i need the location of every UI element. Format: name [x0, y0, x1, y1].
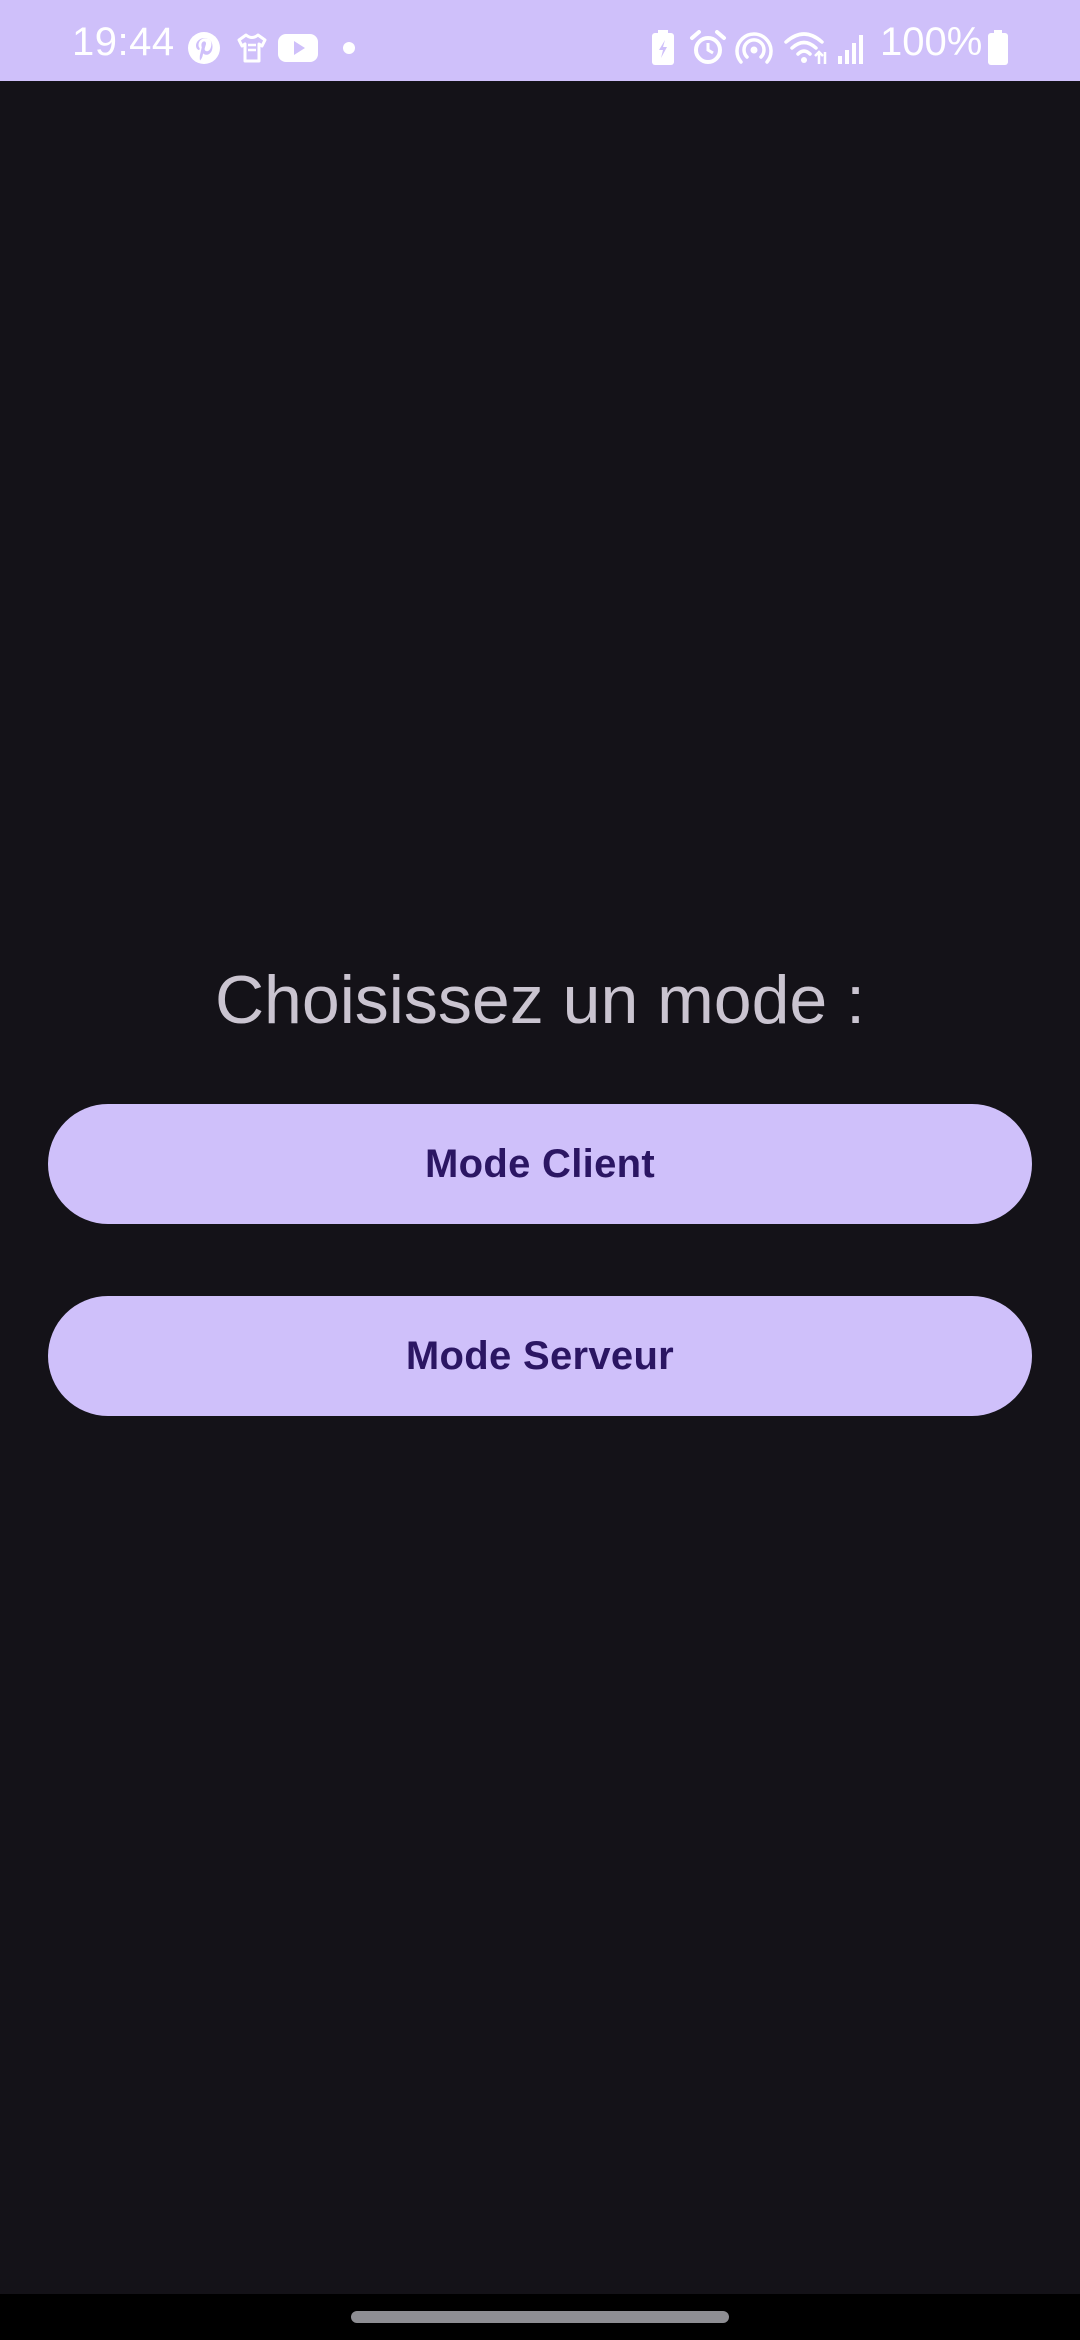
shirt-icon: [234, 30, 270, 66]
signal-icon: [834, 30, 868, 66]
client-mode-label: Mode Client: [425, 1141, 655, 1186]
battery-saver-icon: [646, 30, 680, 66]
status-bar: 19:44 100%: [0, 0, 1080, 81]
alarm-icon: [688, 30, 728, 66]
pinterest-icon: [186, 30, 222, 66]
wifi-icon: [782, 30, 830, 66]
client-mode-button[interactable]: Mode Client: [48, 1104, 1032, 1224]
home-gesture-handle[interactable]: [351, 2311, 729, 2323]
hotspot-icon: [734, 30, 774, 66]
server-mode-button[interactable]: Mode Serveur: [48, 1296, 1032, 1416]
server-mode-label: Mode Serveur: [405, 1333, 675, 1378]
mode-prompt-title: Choisissez un mode :: [214, 962, 866, 1038]
app-screen: 19:44 100% Choisissez un mode: Mode Cli…: [0, 0, 1080, 2340]
battery-icon: [984, 30, 1012, 66]
battery-percent: 100%: [880, 20, 983, 64]
status-time: 19:44: [72, 20, 175, 64]
youtube-icon: [276, 30, 320, 66]
notification-dot-icon: [334, 30, 364, 66]
